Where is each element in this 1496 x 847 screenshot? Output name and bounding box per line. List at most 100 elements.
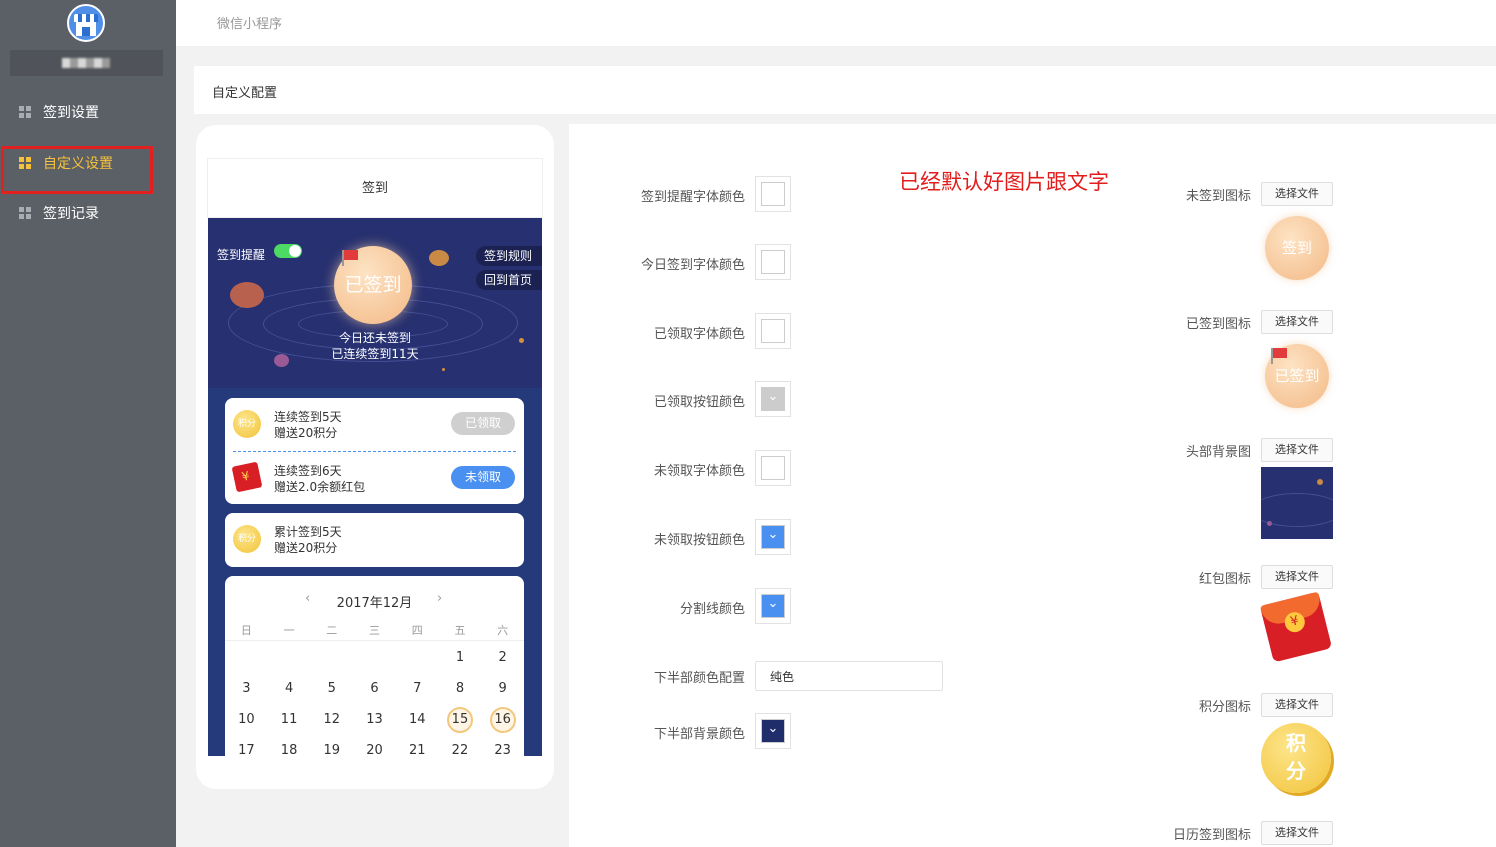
bottom-color-select[interactable]: 纯色 ⌄ — [755, 661, 943, 691]
calendar-day[interactable]: 13 — [353, 707, 396, 733]
calendar-day[interactable]: 1 — [439, 645, 482, 671]
chevron-down-icon: ⌄ — [770, 666, 781, 681]
sign-remind-label: 签到提醒 — [217, 248, 266, 262]
header-bg-label: 头部背景图 — [1185, 445, 1251, 460]
calendar-day[interactable]: 16 — [481, 707, 524, 733]
choose-file-button[interactable]: 选择文件 — [1261, 565, 1333, 589]
claimed-button[interactable]: 已领取 — [451, 412, 515, 435]
config-panel: 已经默认好图片跟文字 签到提醒字体颜色 今日签到字体颜色 已领取字体颜色 已领取按钮颜… — [569, 124, 1496, 847]
calendar-day[interactable]: 12 — [310, 707, 353, 733]
color-picker[interactable] — [755, 450, 791, 486]
calendar-day[interactable]: 3 — [225, 676, 268, 702]
calendar-day[interactable]: 22 — [439, 738, 482, 756]
choose-file-button[interactable]: 选择文件 — [1261, 693, 1333, 717]
weekday: 二 — [326, 624, 338, 637]
calendar-week-row: 12 — [225, 645, 524, 671]
reward-title: 连续签到5天 — [274, 410, 342, 424]
color-picker[interactable] — [755, 381, 791, 417]
sidebar-item-sign-settings[interactable]: 签到设置 — [0, 92, 176, 132]
choose-file-button[interactable]: 选择文件 — [1261, 438, 1333, 462]
color-picker[interactable] — [755, 176, 791, 212]
color-picker[interactable] — [755, 519, 791, 555]
calendar-day[interactable]: 7 — [396, 676, 439, 702]
calendar-day[interactable]: 18 — [268, 738, 311, 756]
calendar-day[interactable]: 19 — [310, 738, 353, 756]
breadcrumb[interactable]: 微信小程序 — [217, 13, 282, 32]
sidebar-item-sign-records[interactable]: 签到记录 — [0, 193, 176, 233]
calendar-month: 2017年12月 — [336, 596, 413, 611]
color-config-label: 已领取字体颜色 — [653, 327, 745, 342]
calendar-day[interactable]: 14 — [396, 707, 439, 733]
calendar-divider — [225, 640, 524, 641]
list-item: 积分 连续签到5天 赠送20积分 已领取 — [225, 398, 524, 450]
color-picker[interactable] — [755, 313, 791, 349]
color-config-label: 今日签到字体颜色 — [640, 258, 745, 273]
sign-status: 今日还未签到 已连续签到11天 — [208, 330, 542, 362]
color-config-label: 已领取按钮颜色 — [653, 395, 745, 410]
red-envelope-icon-label: 红包图标 — [1198, 572, 1251, 587]
unclaimed-button[interactable]: 未领取 — [451, 466, 515, 489]
reward-desc: 赠送20积分 — [274, 426, 338, 440]
calendar-day[interactable]: 23 — [481, 738, 524, 756]
choose-file-button[interactable]: 选择文件 — [1261, 310, 1333, 334]
calendar-day[interactable]: 5 — [310, 676, 353, 702]
sign-remind-toggle[interactable] — [274, 244, 302, 258]
bottom-color-config-label: 下半部颜色配置 — [653, 671, 745, 686]
default-note: 已经默认好图片跟文字 — [899, 170, 1109, 194]
calendar: ‹ 2017年12月 › 日 一 二 三 四 五 六 1 2 3 4 5 6 7 8 9 10 11… — [225, 576, 524, 756]
color-config-label: 分割线颜色 — [679, 602, 745, 617]
section-header: 自定义配置 — [194, 66, 1496, 114]
bottom-bg-color-picker[interactable] — [755, 713, 791, 749]
calendar-day — [396, 645, 439, 671]
calendar-day — [310, 645, 353, 671]
choose-file-button[interactable]: 选择文件 — [1261, 821, 1333, 845]
calendar-day[interactable]: 21 — [396, 738, 439, 756]
calendar-day[interactable]: 4 — [268, 676, 311, 702]
red-envelope-icon — [1259, 591, 1333, 663]
calendar-day — [353, 645, 396, 671]
calendar-day[interactable]: 2 — [481, 645, 524, 671]
calendar-day[interactable]: 9 — [481, 676, 524, 702]
points-icon-label: 积分图标 — [1198, 700, 1251, 715]
streak-text: 已连续签到11天 — [331, 347, 419, 361]
calendar-day[interactable]: 17 — [225, 738, 268, 756]
color-swatch — [761, 182, 785, 206]
section-title: 自定义配置 — [212, 86, 278, 101]
calendar-day[interactable]: 20 — [353, 738, 396, 756]
color-picker[interactable] — [755, 588, 791, 624]
color-swatch — [761, 387, 785, 411]
calendar-day — [225, 645, 268, 671]
calendar-day[interactable]: 8 — [439, 676, 482, 702]
color-config-label: 未领取字体颜色 — [653, 464, 745, 479]
store-logo-icon — [67, 4, 105, 42]
reward-card: 积分 连续签到5天 赠送20积分 已领取 连续签到6天 赠送2.0余额红包 未领… — [225, 398, 524, 504]
grid-icon — [19, 106, 31, 118]
sidebar-item-label: 签到设置 — [43, 105, 99, 121]
back-home-link[interactable]: 回到首页 — [475, 270, 542, 290]
color-picker[interactable] — [755, 244, 791, 280]
today-status-text: 今日还未签到 — [338, 331, 411, 345]
weekday: 日 — [240, 624, 252, 637]
hero-banner: 签到提醒 已签到 签到规则 回到首页 今日还未签到 已连续签到11天 — [208, 218, 542, 388]
bottom-bg-color-label: 下半部背景颜色 — [653, 727, 745, 742]
coin-text-top: 积 — [1286, 731, 1306, 755]
calendar-week-row: 3456789 — [225, 676, 524, 702]
calendar-day — [268, 645, 311, 671]
calendar-day[interactable]: 10 — [225, 707, 268, 733]
color-swatch — [761, 250, 785, 274]
calendar-week-row: 17 18 19 20 21 22 23 — [225, 738, 524, 756]
sidebar-item-label: 签到记录 — [43, 206, 99, 222]
chevron-right-icon[interactable]: › — [437, 591, 442, 606]
unsigned-icon-preview: 签到 — [1265, 216, 1329, 280]
weekday: 一 — [283, 624, 295, 637]
weekday: 三 — [369, 624, 381, 637]
choose-file-button[interactable]: 选择文件 — [1261, 182, 1333, 206]
red-envelope-icon — [231, 461, 263, 493]
calendar-weekdays: 日 一 二 三 四 五 六 — [225, 622, 524, 638]
sign-rules-link[interactable]: 签到规则 — [475, 246, 542, 266]
calendar-day[interactable]: 15 — [439, 707, 482, 733]
reward-desc: 赠送2.0余额红包 — [274, 480, 366, 494]
phone-title: 签到 — [207, 158, 543, 218]
calendar-day[interactable]: 6 — [353, 676, 396, 702]
calendar-day[interactable]: 11 — [268, 707, 311, 733]
